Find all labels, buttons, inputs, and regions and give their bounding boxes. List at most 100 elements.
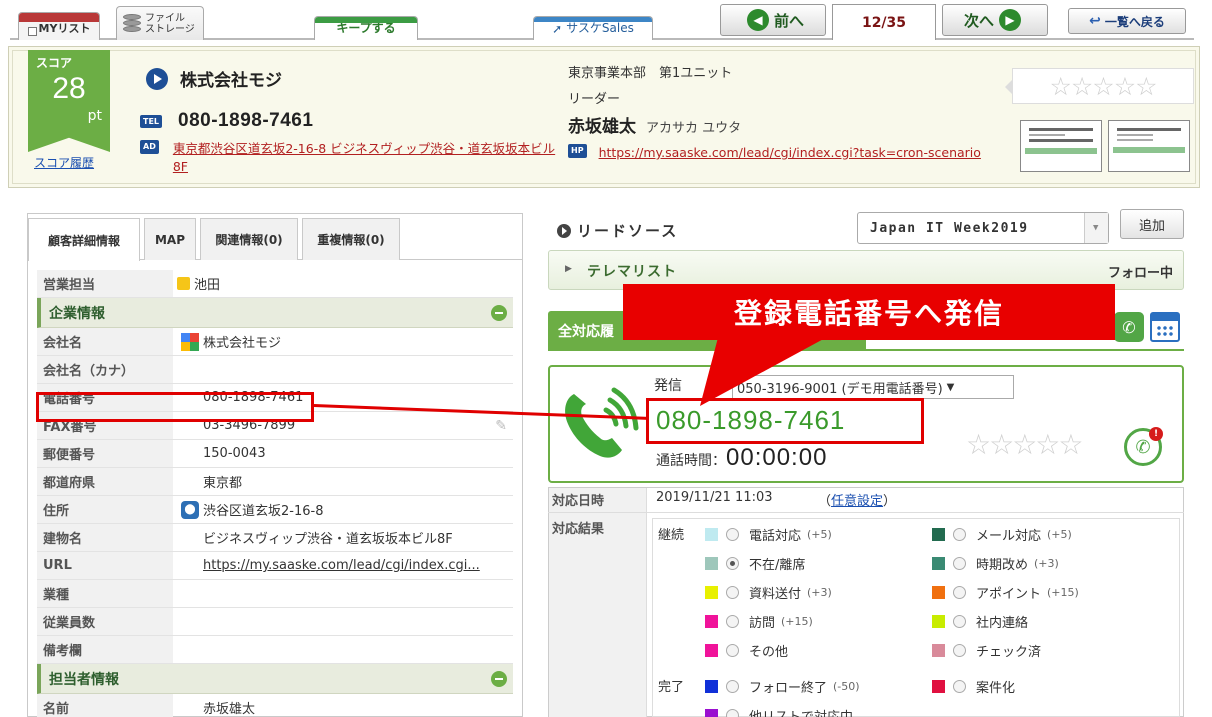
radio-button[interactable] xyxy=(953,644,966,657)
list-status: フォロー中 xyxy=(1107,266,1173,281)
field-key: 名前 xyxy=(37,694,173,717)
url-link[interactable]: https://my.saaske.com/lead/cgi/index.cgi… xyxy=(203,558,480,573)
result-option[interactable]: 訪問 (+15) xyxy=(705,612,813,631)
radio-button[interactable] xyxy=(726,680,739,693)
field-value[interactable]: 池田 xyxy=(173,270,513,297)
radio-button[interactable] xyxy=(726,557,739,570)
tab-saaske-sales[interactable]: ➚ サスケSales xyxy=(533,16,653,40)
result-option[interactable]: フォロー終了 (-50) xyxy=(705,677,860,696)
radio-button[interactable] xyxy=(726,586,739,599)
score-history-link[interactable]: スコア履歴 xyxy=(34,154,94,171)
tab-mylist[interactable]: MYリスト xyxy=(18,12,100,40)
field-value[interactable]: 150-0043 xyxy=(173,440,513,467)
header-address-link[interactable]: 東京都渋谷区道玄坂2-16-8 ビジネスヴィップ渋谷・道玄坂坂本ビル8F xyxy=(173,140,560,176)
arrow-left-icon: ◀ xyxy=(746,9,769,31)
field-value: https://my.saaske.com/lead/cgi/index.cgi… xyxy=(173,552,513,579)
field-value[interactable]: 株式会社モジ xyxy=(173,328,513,355)
field-value[interactable]: 東京都 xyxy=(173,468,513,495)
tab-map[interactable]: MAP xyxy=(144,218,196,260)
result-option[interactable]: 他リストで対応中 xyxy=(705,706,853,717)
phone-call-icon[interactable]: ✆ xyxy=(1114,312,1144,342)
color-swatch-icon xyxy=(705,644,718,657)
color-swatch-icon xyxy=(705,557,718,570)
map-pin-icon[interactable]: ⬤ xyxy=(181,500,199,519)
file-storage-label-2: ストレージ xyxy=(145,23,195,35)
field-value[interactable] xyxy=(173,608,513,635)
tab-related[interactable]: 関連情報(0) xyxy=(200,218,298,260)
result-option[interactable]: 案件化 xyxy=(932,677,1015,696)
lead-source-select[interactable]: Japan IT Week2019 ▼ xyxy=(857,212,1109,244)
field-key: 業種 xyxy=(37,580,173,607)
result-option[interactable]: 時期改め (+3) xyxy=(932,554,1059,573)
play-icon[interactable] xyxy=(146,67,168,90)
prev-button[interactable]: ◀ 前へ xyxy=(720,4,826,36)
field-row-url: URL https://my.saaske.com/lead/cgi/index… xyxy=(37,552,513,580)
field-row-zip: 郵便番号 150-0043 xyxy=(37,440,513,468)
result-option[interactable]: 社内連絡 xyxy=(932,612,1028,631)
rating-stars[interactable]: ☆☆☆☆☆ xyxy=(1005,68,1194,104)
tab-mylist-label: MYリスト xyxy=(38,22,91,35)
header-tel[interactable]: 080-1898-7461 xyxy=(178,110,313,132)
arbitrary-setting-link[interactable]: 任意設定 xyxy=(831,494,883,509)
zip-value: 150-0043 xyxy=(203,446,266,461)
field-row-company-name: 会社名 株式会社モジ xyxy=(37,328,513,356)
result-option-points: (-50) xyxy=(833,680,860,693)
field-value[interactable] xyxy=(173,636,513,663)
building-value: ビジネスヴィップ渋谷・道玄坂坂本ビル8F xyxy=(203,532,453,547)
tab-customer-detail[interactable]: 顧客詳細情報 xyxy=(28,218,140,261)
calendar-icon[interactable] xyxy=(1150,312,1180,342)
field-key: URL xyxy=(37,552,173,579)
result-option-label: 案件化 xyxy=(976,681,1016,696)
collapse-icon[interactable] xyxy=(491,305,507,321)
result-option[interactable]: メール対応 (+5) xyxy=(932,525,1072,544)
phone-alert-button[interactable]: ✆ ! xyxy=(1124,427,1163,466)
field-value[interactable]: 赤坂雄太 xyxy=(173,694,513,717)
result-option-points: (+15) xyxy=(1047,586,1079,599)
radio-button[interactable] xyxy=(726,615,739,628)
response-separator xyxy=(548,512,1184,513)
radio-button[interactable] xyxy=(726,644,739,657)
return-arrow-icon: ↩ xyxy=(1089,13,1101,29)
radio-button[interactable] xyxy=(953,680,966,693)
add-lead-source-button[interactable]: 追加 xyxy=(1120,209,1184,239)
radio-button[interactable] xyxy=(726,528,739,541)
radio-button[interactable] xyxy=(953,586,966,599)
result-option[interactable]: 資料送付 (+3) xyxy=(705,583,832,602)
radio-button[interactable] xyxy=(953,557,966,570)
google-search-icon[interactable] xyxy=(181,332,199,351)
radio-button[interactable] xyxy=(953,615,966,628)
tel-row: TEL 080-1898-7461 xyxy=(140,110,313,132)
phone-handset-icon[interactable] xyxy=(556,380,644,464)
field-value[interactable] xyxy=(173,580,513,607)
tab-duplicates[interactable]: 重複情報(0) xyxy=(302,218,400,260)
prev-label: 前へ xyxy=(773,11,804,30)
section-contact-info: 担当者情報 xyxy=(37,664,513,694)
radio-button[interactable] xyxy=(726,709,739,717)
color-swatch-icon xyxy=(932,615,945,628)
collapse-icon[interactable] xyxy=(491,671,507,687)
back-to-list-button[interactable]: ↩ 一覧へ戻る xyxy=(1068,8,1186,34)
contact-person: 赤坂雄太 アカサカ ユウタ xyxy=(568,112,741,137)
radio-button[interactable] xyxy=(953,528,966,541)
result-option[interactable]: その他 xyxy=(705,641,788,660)
field-value[interactable]: ⬤ 渋谷区道玄坂2-16-8 xyxy=(173,496,513,523)
tab-file-storage[interactable]: ファイル ストレージ xyxy=(116,6,204,40)
result-option[interactable]: 電話対応 (+5) xyxy=(705,525,832,544)
field-value[interactable]: ビジネスヴィップ渋谷・道玄坂坂本ビル8F xyxy=(173,524,513,551)
result-option[interactable]: チェック済 xyxy=(932,641,1041,660)
business-card-front-thumbnail[interactable] xyxy=(1020,120,1102,172)
result-option[interactable]: アポイント (+15) xyxy=(932,583,1079,602)
color-swatch-icon xyxy=(705,680,718,693)
call-rating-stars[interactable]: ☆☆☆☆☆ xyxy=(966,428,1084,461)
homepage-link[interactable]: https://my.saaske.com/lead/cgi/index.cgi… xyxy=(599,144,981,162)
field-row-employees: 従業員数 xyxy=(37,608,513,636)
result-option-label: 他リストで対応中 xyxy=(749,706,853,717)
business-card-back-thumbnail[interactable] xyxy=(1108,120,1190,172)
pencil-icon[interactable]: ✎ xyxy=(495,418,507,434)
next-button[interactable]: 次へ ▶ xyxy=(942,4,1048,36)
field-value[interactable] xyxy=(173,356,513,383)
keep-button[interactable]: キープする xyxy=(314,16,418,40)
alert-badge-icon: ! xyxy=(1149,427,1163,441)
customer-detail-panel: 顧客詳細情報 MAP 関連情報(0) 重複情報(0) 営業担当 池田 企業情報 … xyxy=(27,213,523,717)
result-option[interactable]: 不在/離席 xyxy=(705,554,805,573)
